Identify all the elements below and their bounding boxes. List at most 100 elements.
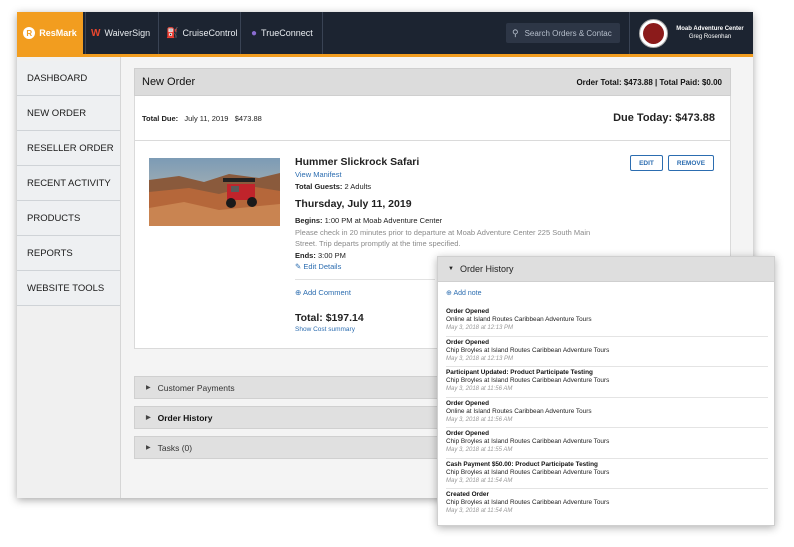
list-item: Order Opened Chip Broyles at Island Rout… bbox=[446, 428, 768, 459]
history-detail: Chip Broyles at Island Routes Caribbean … bbox=[446, 346, 610, 354]
list-item: Order Opened Chip Broyles at Island Rout… bbox=[446, 337, 768, 367]
item-total: Total: $197.14 bbox=[295, 312, 364, 324]
tour-photo bbox=[149, 158, 280, 226]
total-due-amount: $473.88 bbox=[234, 114, 262, 123]
history-time: May 3, 2018 at 11:56 AM bbox=[446, 386, 513, 392]
list-item: Order Opened Online at Island Routes Car… bbox=[446, 398, 768, 428]
history-title: Order Opened bbox=[446, 308, 489, 315]
order-totals: Order Total: $473.88 | Total Paid: $0.00 bbox=[576, 78, 722, 87]
company-logo-avatar[interactable] bbox=[639, 19, 668, 48]
search-icon: ⚲ bbox=[512, 27, 519, 38]
guests-label: Total Guests: bbox=[295, 182, 343, 191]
edit-button[interactable]: EDIT bbox=[630, 155, 663, 171]
ends-row: Ends: 3:00 PM bbox=[295, 251, 346, 260]
trueconnect-logo-icon: ● bbox=[251, 27, 258, 39]
due-today: Due Today: $473.88 bbox=[613, 112, 715, 124]
top-nav-bar: R ResMark W WaiverSign ⛽ CruiseControl ●… bbox=[17, 12, 753, 54]
add-note-label: Add note bbox=[453, 290, 482, 297]
add-comment-link[interactable]: ⊕ Add Comment bbox=[295, 288, 351, 297]
history-time: May 3, 2018 at 11:56 AM bbox=[446, 416, 513, 423]
guests-value: 2 Adults bbox=[344, 182, 372, 191]
list-item: Created Order Chip Broyles at Island Rou… bbox=[446, 489, 768, 520]
history-title: Order Opened bbox=[446, 338, 489, 346]
company-name: Moab Adventure Center bbox=[676, 26, 744, 32]
sidebar-item-recent-activity[interactable]: RECENT ACTIVITY bbox=[17, 166, 120, 201]
nav-divider bbox=[85, 12, 86, 54]
add-circle-icon: ⊕ bbox=[295, 288, 302, 297]
sidebar-item-website-tools[interactable]: WEBSITE TOOLS bbox=[17, 271, 120, 306]
search-input[interactable]: ⚲ Search Orders & Contac bbox=[506, 23, 620, 43]
sidebar-item-dashboard[interactable]: DASHBOARD bbox=[17, 61, 120, 96]
total-due-label: Total Due: bbox=[142, 114, 179, 123]
tour-title: Hummer Slickrock Safari bbox=[295, 156, 420, 168]
list-item: Cash Payment $50.00: Product Participate… bbox=[446, 459, 768, 489]
sidebar-item-reports[interactable]: REPORTS bbox=[17, 236, 120, 271]
customer-payments-label: Customer Payments bbox=[157, 382, 235, 393]
edit-details-label: Edit Details bbox=[303, 262, 342, 271]
sidebar-item-reseller-order[interactable]: RESELLER ORDER bbox=[17, 131, 120, 166]
history-list: Order Opened Online at Island Routes Car… bbox=[446, 306, 768, 520]
due-summary: Total Due: July 11, 2019 $473.88 Due Tod… bbox=[134, 96, 731, 141]
history-time: May 3, 2018 at 11:55 AM bbox=[446, 447, 513, 453]
history-title: Order Opened bbox=[446, 399, 489, 407]
tasks-section[interactable]: ▶ Tasks (0) bbox=[134, 436, 464, 459]
ends-value: 3:00 PM bbox=[317, 251, 346, 260]
add-comment-label: Add Comment bbox=[302, 288, 351, 297]
chevron-down-icon: ▼ bbox=[448, 266, 454, 272]
total-guests: Total Guests: 2 Adults bbox=[295, 182, 371, 191]
instructions-line-1: Please check in 20 minutes prior to depa… bbox=[295, 228, 591, 237]
show-cost-summary-link[interactable]: Show Cost summary bbox=[295, 326, 355, 333]
history-title: Order Opened bbox=[446, 430, 489, 437]
history-detail: Online at Island Routes Caribbean Advent… bbox=[446, 407, 592, 415]
page-title: New Order bbox=[142, 76, 196, 88]
edit-icon: ✎ bbox=[295, 262, 302, 271]
add-note-link[interactable]: ⊕ Add note bbox=[446, 289, 481, 297]
user-info[interactable]: Moab Adventure Center Greg Rosenhan bbox=[670, 25, 750, 41]
nav-cruisecontrol[interactable]: ⛽ CruiseControl bbox=[166, 12, 237, 54]
sidebar-item-products[interactable]: PRODUCTS bbox=[17, 201, 120, 236]
list-item: Order Opened Online at Island Routes Car… bbox=[446, 306, 768, 337]
nav-divider bbox=[629, 12, 630, 54]
divider bbox=[295, 279, 435, 280]
nav-trueconnect[interactable]: ● TrueConnect bbox=[251, 12, 313, 54]
nav-divider bbox=[158, 12, 159, 54]
begins-value: 1:00 PM at Moab Adventure Center bbox=[324, 216, 443, 225]
user-name: Greg Rosenhan bbox=[688, 34, 732, 40]
history-detail: Chip Broyles at Island Routes Caribbean … bbox=[446, 377, 610, 384]
history-time: May 3, 2018 at 12:13 PM bbox=[446, 325, 514, 331]
order-history-label: Order History bbox=[157, 412, 213, 423]
history-detail: Chip Broyles at Island Routes Caribbean … bbox=[446, 468, 610, 476]
history-time: May 3, 2018 at 11:54 AM bbox=[446, 477, 513, 484]
tour-date: Thursday, July 11, 2019 bbox=[295, 198, 412, 210]
nav-divider bbox=[240, 12, 241, 54]
order-header: New Order Order Total: $473.88 | Total P… bbox=[134, 68, 731, 96]
list-item: Participant Updated: Product Participate… bbox=[446, 367, 768, 398]
add-circle-icon: ⊕ bbox=[446, 290, 452, 297]
company-badge-icon bbox=[643, 23, 664, 44]
sidebar: DASHBOARD NEW ORDER RESELLER ORDER RECEN… bbox=[17, 57, 121, 498]
nav-waiversign-label: WaiverSign bbox=[104, 28, 151, 38]
sidebar-item-new-order[interactable]: NEW ORDER bbox=[17, 96, 120, 131]
view-manifest-link[interactable]: View Manifest bbox=[295, 170, 342, 179]
history-detail: Chip Broyles at Island Routes Caribbean … bbox=[446, 499, 610, 506]
nav-divider bbox=[322, 12, 323, 54]
chevron-right-icon: ▶ bbox=[146, 415, 151, 421]
order-history-section[interactable]: ▶ Order History bbox=[134, 406, 464, 429]
order-history-panel-header[interactable]: ▼ Order History bbox=[438, 257, 774, 282]
tour-photo-image bbox=[149, 158, 280, 226]
order-history-panel-title: Order History bbox=[459, 264, 514, 274]
begins-label: Begins: bbox=[295, 216, 323, 225]
edit-details-link[interactable]: ✎ Edit Details bbox=[295, 262, 341, 271]
history-time: May 3, 2018 at 12:13 PM bbox=[446, 355, 514, 362]
instructions-line-2: Street. Trip departs promptly at the tim… bbox=[295, 239, 461, 248]
customer-payments-section[interactable]: ▶ Customer Payments bbox=[134, 376, 464, 399]
history-detail: Chip Broyles at Island Routes Caribbean … bbox=[446, 438, 610, 445]
remove-button[interactable]: REMOVE bbox=[668, 155, 714, 171]
nav-cruisecontrol-label: CruiseControl bbox=[182, 28, 238, 38]
history-title: Participant Updated: Product Participate… bbox=[446, 369, 593, 376]
accent-divider bbox=[17, 54, 753, 57]
search-placeholder: Search Orders & Contac bbox=[524, 28, 612, 38]
nav-waiversign[interactable]: W WaiverSign bbox=[91, 12, 150, 54]
resmark-logo[interactable]: R ResMark bbox=[17, 12, 83, 54]
resmark-logo-icon: R bbox=[23, 27, 36, 39]
